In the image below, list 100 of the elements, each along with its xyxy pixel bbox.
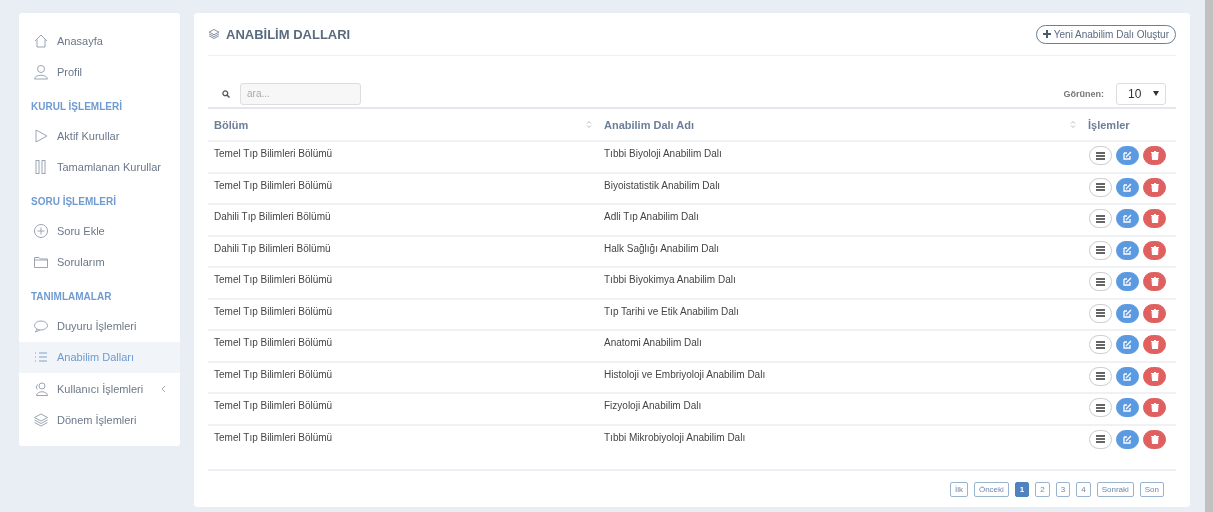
table-cell: Dahili Tıp Bilimleri Bölümü (214, 211, 331, 222)
sidebar-item[interactable]: Aktif Kurullar (19, 120, 180, 152)
edit-button[interactable] (1116, 335, 1139, 354)
list-icon (1096, 340, 1105, 349)
new-department-button[interactable]: Yeni Anabilim Dalı Oluştur (1035, 24, 1176, 44)
column-header[interactable]: Bölüm (214, 118, 249, 131)
details-button[interactable] (1089, 398, 1112, 417)
sidebar-item[interactable]: Kullanıcı İşlemleri (19, 373, 180, 405)
plus-icon (1042, 30, 1051, 38)
delete-button[interactable] (1143, 303, 1166, 323)
layers-icon (33, 412, 49, 429)
play-icon (33, 127, 49, 144)
details-button[interactable] (1089, 209, 1112, 228)
details-button[interactable] (1089, 272, 1112, 291)
table-cell: Temel Tıp Bilimleri Bölümü (214, 274, 333, 285)
details-button[interactable] (1089, 366, 1112, 386)
caret-icon (1153, 91, 1159, 96)
delete-button[interactable] (1143, 398, 1166, 417)
edit-button[interactable] (1116, 398, 1139, 417)
delete-button[interactable] (1143, 366, 1166, 386)
trash-icon (1150, 340, 1159, 349)
list-icon (1096, 214, 1105, 223)
sidebar-item[interactable]: Tamamlanan Kurullar (19, 151, 180, 183)
scrollbar[interactable] (1205, 0, 1213, 512)
pagination-button[interactable]: Son (1139, 481, 1164, 497)
sidebar-item[interactable]: Anasayfa (19, 25, 180, 57)
delete-button[interactable] (1143, 272, 1166, 291)
sidebar-item[interactable]: Duyuru İşlemleri (19, 310, 180, 342)
page-size-select[interactable]: 10 (1116, 82, 1166, 105)
pagination-button[interactable]: 3 (1055, 481, 1071, 497)
layers-icon (208, 28, 220, 40)
edit-icon (1123, 214, 1132, 223)
users-icon (33, 380, 49, 397)
edit-button[interactable] (1116, 146, 1139, 165)
edit-icon (1123, 277, 1132, 286)
table-cell: Histoloji ve Embriyoloji Anabilim Dalı (604, 368, 766, 380)
details-button[interactable] (1089, 335, 1112, 354)
pagination-button[interactable]: Sonraki (1096, 481, 1134, 497)
folder-icon (33, 254, 49, 271)
delete-button[interactable] (1143, 209, 1166, 228)
sidebar-item[interactable]: Profil (19, 56, 180, 88)
sidebar-section-title: SORU İŞLEMLERİ (30, 194, 117, 209)
page-title: ANABİLİM DALLARI (226, 26, 351, 42)
table-cell: Temel Tıp Bilimleri Bölümü (214, 431, 333, 443)
table-cell: Tıbbi Biyokimya Anabilim Dalı (604, 274, 736, 285)
edit-button[interactable] (1116, 272, 1139, 291)
sidebar-item[interactable]: Soru Ekle (19, 215, 180, 247)
list-icon (1096, 403, 1105, 412)
edit-button[interactable] (1116, 209, 1139, 228)
delete-button[interactable] (1143, 335, 1166, 354)
sidebar-item[interactable]: Dönem İşlemleri (19, 404, 180, 436)
sidebar-item[interactable]: Sorularım (19, 246, 180, 278)
pagination-button[interactable]: İlk (949, 481, 968, 497)
details-button[interactable] (1089, 303, 1112, 323)
table-cell: Temel Tıp Bilimleri Bölümü (214, 368, 333, 380)
list-icon (1096, 183, 1105, 191)
edit-icon (1123, 182, 1132, 192)
table-cell: Adli Tıp Anabilim Dalı (604, 211, 699, 222)
table-cell: Tıp Tarihi ve Etik Anabilim Dalı (604, 305, 739, 317)
edit-icon (1123, 371, 1132, 381)
list-icon (1096, 151, 1105, 160)
pagination-button[interactable]: 4 (1076, 481, 1091, 497)
list-icon (1096, 246, 1105, 254)
edit-button[interactable] (1116, 429, 1139, 449)
delete-button[interactable] (1143, 177, 1166, 197)
delete-button[interactable] (1143, 146, 1166, 165)
edit-icon (1123, 340, 1132, 349)
details-button[interactable] (1089, 429, 1112, 449)
details-button[interactable] (1089, 177, 1112, 197)
edit-button[interactable] (1116, 366, 1139, 386)
table-cell: Temel Tıp Bilimleri Bölümü (214, 305, 333, 317)
pagination-button[interactable]: 1 (1014, 481, 1030, 497)
edit-button[interactable] (1116, 303, 1139, 323)
details-button[interactable] (1089, 240, 1112, 260)
table-cell: Tıbbi Mikrobiyoloji Anabilim Dalı (604, 431, 746, 443)
chevron-left-icon (160, 384, 166, 393)
search-icon (222, 89, 230, 98)
pagination-button[interactable]: 2 (1035, 481, 1050, 497)
edit-button[interactable] (1116, 177, 1139, 197)
trash-icon (1150, 214, 1159, 223)
trash-icon (1150, 277, 1159, 286)
edit-icon (1123, 434, 1132, 444)
home-icon (33, 32, 49, 49)
details-button[interactable] (1089, 146, 1112, 165)
delete-button[interactable] (1143, 429, 1166, 449)
column-header[interactable]: İşlemler (1088, 118, 1130, 131)
search-field[interactable]: ara... (240, 82, 361, 105)
trash-icon (1150, 403, 1159, 412)
table-cell: Temel Tıp Bilimleri Bölümü (214, 337, 333, 348)
table-cell: Temel Tıp Bilimleri Bölümü (214, 400, 333, 411)
sidebar-item[interactable]: Anabilim Dalları (19, 341, 180, 373)
delete-button[interactable] (1143, 240, 1166, 260)
trash-icon (1150, 245, 1159, 255)
edit-icon (1123, 403, 1132, 412)
pagination-button[interactable]: Önceki (973, 481, 1009, 497)
edit-button[interactable] (1116, 240, 1139, 260)
table-cell: Tıbbi Biyoloji Anabilim Dalı (604, 148, 722, 159)
edit-icon (1123, 151, 1132, 160)
column-header[interactable]: Anabilim Dalı Adı (604, 118, 695, 131)
sidebar-section-title: TANIMLAMALAR (30, 289, 113, 304)
